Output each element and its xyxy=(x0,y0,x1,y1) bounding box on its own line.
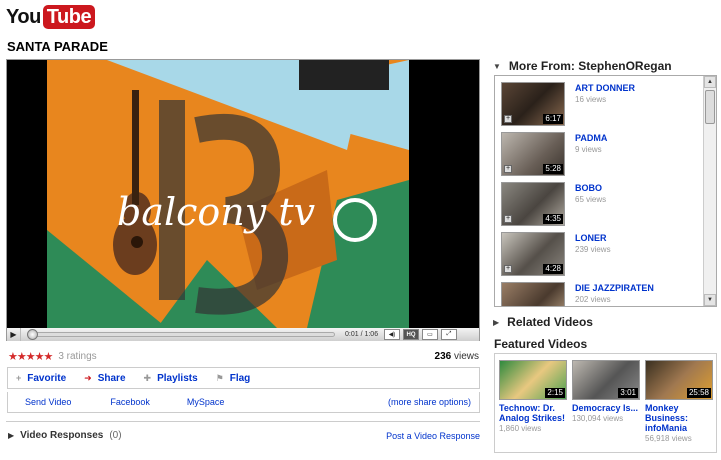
video-views: 16 views xyxy=(575,95,607,104)
player-controls: ▶ 0:01 / 1:06 ◀) HQ ▭ ⤢ xyxy=(7,328,479,341)
favorite-icon: + xyxy=(16,373,22,383)
more-from-title: More From: StephenORegan xyxy=(508,59,672,73)
facebook-link[interactable]: Facebook xyxy=(110,397,150,407)
related-videos-title: Related Videos xyxy=(507,315,593,329)
more-from-header[interactable]: ▼ More From: StephenORegan xyxy=(493,59,672,73)
rating-row: ★★★★★ 3 ratings xyxy=(8,350,97,363)
video-views: 1,860 views xyxy=(499,424,542,433)
video-player[interactable]: balcony tv ▶ 0:01 / 1:06 ◀) HQ ▭ ⤢ xyxy=(6,59,480,341)
video-thumbnail[interactable]: + 4:28 xyxy=(501,232,565,276)
video-title: SANTA PARADE xyxy=(7,39,108,54)
video-thumbnail[interactable]: + 6:17 xyxy=(501,82,565,126)
widescreen-icon[interactable]: ▭ xyxy=(422,329,438,340)
youtube-logo[interactable]: You Tube xyxy=(6,5,96,29)
logo-tube: Tube xyxy=(42,5,96,29)
video-title-link[interactable]: Technow: Dr. Analog Strikes! xyxy=(499,403,567,423)
flag-icon: ⚑ xyxy=(215,372,224,383)
view-count-label: views xyxy=(453,351,479,362)
video-views: 130,094 views xyxy=(572,414,624,423)
send-video-link[interactable]: Send Video xyxy=(25,397,71,407)
collapse-arrow-icon: ▼ xyxy=(493,61,501,71)
seek-handle[interactable] xyxy=(27,329,38,340)
scroll-down-icon[interactable]: ▼ xyxy=(704,294,716,306)
action-bar: + Favorite ➜ Share ✚ Playlists ⚑ Flag xyxy=(7,367,480,389)
video-title-link[interactable]: DIE JAZZPIRATEN xyxy=(575,283,654,293)
featured-item[interactable]: 3:01 Democracy Is... 130,094 views xyxy=(572,360,640,423)
vertical-scrollbar[interactable]: ▲ ▼ xyxy=(703,76,716,306)
view-count: 236 views xyxy=(435,351,479,362)
duration: 25:58 xyxy=(686,388,711,398)
play-button[interactable]: ▶ xyxy=(7,328,21,341)
list-item[interactable]: + 6:17 ART DONNER 16 views xyxy=(501,82,697,126)
flag-button[interactable]: ⚑ Flag xyxy=(216,373,251,384)
share-button[interactable]: ➜ Share xyxy=(84,373,125,384)
seek-bar[interactable] xyxy=(27,329,335,340)
scroll-thumb[interactable] xyxy=(705,90,715,124)
favorite-button[interactable]: + Favorite xyxy=(16,373,66,384)
post-video-response-link[interactable]: Post a Video Response xyxy=(386,431,480,441)
rating-stars-icon[interactable]: ★★★★★ xyxy=(8,350,53,363)
video-screen[interactable]: balcony tv xyxy=(7,60,479,328)
related-videos-header[interactable]: ▶ Related Videos xyxy=(493,315,593,329)
fullscreen-icon[interactable]: ⤢ xyxy=(441,329,457,340)
featured-videos-title: Featured Videos xyxy=(494,337,588,351)
video-title-link[interactable]: PADMA xyxy=(575,133,607,143)
view-count-number: 236 xyxy=(434,351,452,362)
video-views: 202 views xyxy=(575,295,611,304)
featured-item[interactable]: 25:58 Monkey Business: infoMania 56,918 … xyxy=(645,360,713,443)
video-title-link[interactable]: Monkey Business: infoMania xyxy=(645,403,713,433)
list-item[interactable]: + 4:28 LONER 239 views xyxy=(501,232,697,276)
featured-item[interactable]: 2:15 Technow: Dr. Analog Strikes! 1,860 … xyxy=(499,360,567,433)
video-thumbnail[interactable]: + 5:28 xyxy=(501,132,565,176)
video-thumbnail[interactable]: 2:15 xyxy=(499,360,567,400)
video-title-link[interactable]: ART DONNER xyxy=(575,83,635,93)
video-responses-label: Video Responses xyxy=(20,430,104,441)
list-item[interactable]: + 5:28 PADMA 9 views xyxy=(501,132,697,176)
video-views: 65 views xyxy=(575,195,607,204)
myspace-link[interactable]: MySpace xyxy=(187,397,225,407)
duration: 6:17 xyxy=(543,114,563,124)
video-title-link[interactable]: BOBO xyxy=(575,183,602,193)
expand-arrow-icon: ▶ xyxy=(8,431,15,440)
add-to-quicklist-icon[interactable]: + xyxy=(504,115,512,123)
scroll-up-icon[interactable]: ▲ xyxy=(704,76,716,88)
video-thumbnail[interactable]: 25:58 xyxy=(645,360,713,400)
add-to-quicklist-icon[interactable]: + xyxy=(504,165,512,173)
video-responses-count: (0) xyxy=(109,430,122,441)
more-from-list: + 6:17 ART DONNER 16 views + 5:28 PADMA … xyxy=(494,75,717,307)
video-views: 56,918 views xyxy=(645,434,692,443)
featured-videos-panel: 2:15 Technow: Dr. Analog Strikes! 1,860 … xyxy=(494,353,717,453)
add-to-quicklist-icon[interactable]: + xyxy=(504,265,512,273)
playlists-icon: ✚ xyxy=(143,372,152,383)
hq-button[interactable]: HQ xyxy=(403,329,419,340)
divider xyxy=(6,421,480,422)
play-icon: ▶ xyxy=(10,330,17,339)
expand-arrow-icon: ▶ xyxy=(493,317,500,327)
video-thumbnail[interactable]: 3:01 xyxy=(572,360,640,400)
video-thumbnail[interactable]: + xyxy=(501,282,565,306)
ratings-count: 3 ratings xyxy=(58,351,97,362)
playlists-button[interactable]: ✚ Playlists xyxy=(144,373,198,384)
video-views: 239 views xyxy=(575,245,611,254)
video-title-link[interactable]: Democracy Is... xyxy=(572,403,640,413)
list-item[interactable]: + 4:35 BOBO 65 views xyxy=(501,182,697,226)
video-views: 9 views xyxy=(575,145,602,154)
volume-icon[interactable]: ◀) xyxy=(384,329,400,340)
add-to-quicklist-icon[interactable]: + xyxy=(504,215,512,223)
duration: 5:28 xyxy=(543,164,563,174)
more-share-options-link[interactable]: (more share options) xyxy=(388,397,471,407)
duration: 4:35 xyxy=(543,214,563,224)
share-links-row: Send Video Facebook MySpace (more share … xyxy=(7,392,480,413)
duration: 2:15 xyxy=(545,388,565,398)
share-arrow-icon: ➜ xyxy=(84,372,92,383)
video-title-link[interactable]: LONER xyxy=(575,233,607,243)
logo-you: You xyxy=(6,5,41,28)
video-thumbnail[interactable]: + 4:35 xyxy=(501,182,565,226)
time-display: 0:01 / 1:06 xyxy=(345,331,379,338)
duration: 4:28 xyxy=(543,264,563,274)
duration: 3:01 xyxy=(618,388,638,398)
screen-text: balcony tv xyxy=(117,190,316,234)
video-responses-toggle[interactable]: ▶ Video Responses (0) xyxy=(8,430,122,441)
list-item[interactable]: + DIE JAZZPIRATEN 202 views xyxy=(501,282,697,306)
